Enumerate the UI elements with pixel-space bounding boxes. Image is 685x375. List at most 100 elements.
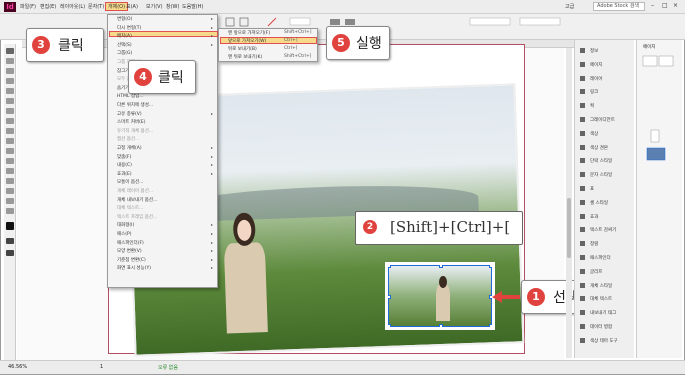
object-menu-item[interactable]: 화면 표시 성능(Y)	[117, 265, 151, 271]
panel-item[interactable]: 정보	[590, 48, 598, 54]
panel-item[interactable]: 정렬	[590, 241, 598, 247]
panel-item[interactable]: 개체 스타일	[590, 283, 612, 289]
menu-file[interactable]: 파일(F)	[20, 3, 36, 10]
panel-icon[interactable]	[580, 117, 585, 122]
selection-tool-icon[interactable]	[6, 48, 14, 54]
maximize-icon[interactable]: □	[662, 2, 668, 9]
fill-stroke-swatch-icon[interactable]	[6, 222, 14, 230]
object-menu-item[interactable]: 맞춤(F)	[117, 154, 131, 160]
selection-handle[interactable]	[387, 324, 391, 328]
arrange-submenu-item[interactable]: 맨 뒤로 보내기(K)	[228, 54, 262, 60]
object-menu-item[interactable]: 모양 변환(V)	[117, 248, 142, 254]
stock-search-input[interactable]: Adobe Stock 검색	[593, 2, 645, 11]
zoom-tool-icon[interactable]	[6, 208, 14, 214]
arrange-submenu-item[interactable]: 맨 앞으로 가져오기(F)	[228, 30, 270, 36]
selection-handle[interactable]	[489, 324, 493, 328]
panel-item[interactable]: 획	[590, 103, 594, 109]
selection-handle[interactable]	[387, 264, 391, 268]
selection-handle[interactable]	[489, 264, 493, 268]
menu-view[interactable]: 보기(V)	[146, 3, 163, 10]
panel-item[interactable]: 링크	[590, 89, 598, 95]
object-menu-item[interactable]: 대체 텍스트...	[117, 205, 143, 211]
object-menu-item[interactable]: 개체 내보내기 옵션...	[117, 197, 157, 203]
panel-item[interactable]: 텍스트 감싸기	[590, 227, 616, 233]
panel-item[interactable]: 색상 견본	[590, 145, 608, 151]
panel-item[interactable]: 내보내기 태그	[590, 310, 616, 316]
object-menu-item[interactable]: 고정 개체(A)	[117, 145, 142, 151]
object-menu-item[interactable]: 고유 종류(V)	[117, 111, 142, 117]
panel-item[interactable]: 그레이디언트	[590, 117, 615, 123]
object-menu-item[interactable]: 효과(E)	[117, 171, 132, 177]
panel-icon[interactable]	[580, 89, 585, 95]
panel-item[interactable]: 레이어	[590, 76, 602, 82]
close-icon[interactable]: ×	[673, 2, 678, 9]
page-tool-icon[interactable]	[6, 68, 14, 74]
rectangle-tool-icon[interactable]	[6, 138, 14, 144]
panel-icon[interactable]	[580, 213, 585, 219]
panel-item[interactable]: 표	[590, 186, 594, 192]
panel-icon[interactable]	[580, 130, 585, 136]
object-menu-item[interactable]: 변형(O)	[117, 16, 132, 22]
panel-item[interactable]: 셀 스타일	[590, 200, 608, 206]
object-menu-item[interactable]: 유기적 개체 옵션...	[117, 128, 153, 134]
scissors-tool-icon[interactable]	[6, 148, 14, 154]
panel-icon[interactable]	[580, 75, 585, 81]
panel-item[interactable]: 글리프	[590, 269, 602, 275]
panel-icon[interactable]	[580, 199, 585, 205]
selection-handle[interactable]	[387, 295, 391, 299]
object-menu-item[interactable]: 대화형(I)	[117, 222, 134, 228]
panel-icon[interactable]	[580, 255, 585, 260]
object-menu-item[interactable]: 모퉁이 옵션...	[117, 179, 143, 185]
arrange-submenu-item[interactable]: 뒤로 보내기(B)	[228, 46, 257, 52]
panel-icon[interactable]	[580, 172, 585, 178]
panel-icon[interactable]	[580, 48, 585, 53]
panel-item[interactable]: 문자 스타일	[590, 172, 612, 178]
page-number[interactable]: 1	[100, 364, 103, 370]
pen-tool-icon[interactable]	[6, 108, 14, 114]
panel-icon[interactable]	[580, 61, 585, 67]
object-menu-item[interactable]: 패스(P)	[117, 231, 132, 237]
object-menu-item[interactable]: HTML 삽입...	[117, 93, 144, 99]
direct-selection-tool-icon[interactable]	[6, 58, 14, 64]
menu-layout[interactable]: 레이아웃(L)	[60, 3, 85, 10]
panel-icon[interactable]	[580, 282, 585, 288]
selection-handle[interactable]	[439, 264, 443, 268]
panel-icon[interactable]	[580, 158, 585, 164]
selected-image-frame[interactable]	[385, 262, 495, 330]
eyedropper-tool-icon[interactable]	[6, 188, 14, 194]
panel-icon[interactable]	[580, 227, 585, 233]
rectangle-frame-tool-icon[interactable]	[6, 128, 14, 134]
object-menu-item[interactable]: 기준점 변환(C)	[117, 257, 146, 263]
panel-icon[interactable]	[580, 268, 585, 274]
object-menu-item[interactable]: 다시 변형(T)	[117, 25, 141, 31]
scrollbar-thumb[interactable]	[567, 198, 571, 258]
panel-icon[interactable]	[580, 337, 585, 343]
object-menu-item[interactable]: 배치(A)	[117, 33, 132, 39]
object-menu-item[interactable]: 스마트 커버(E)	[117, 119, 146, 125]
line-tool-icon[interactable]	[6, 98, 14, 104]
selection-handle[interactable]	[439, 324, 443, 328]
menu-type[interactable]: 문자(T)	[88, 3, 104, 10]
object-menu-item[interactable]: 다른 위치에 생성...	[117, 102, 153, 108]
panel-item[interactable]: 페이지	[590, 62, 602, 68]
object-menu-item[interactable]: 선택(S)	[117, 42, 132, 48]
panel-item[interactable]: 단락 스타일	[590, 158, 612, 164]
panel-icon[interactable]	[580, 296, 585, 302]
panel-icon[interactable]	[580, 144, 585, 150]
menu-help[interactable]: 도움말(H)	[182, 3, 203, 10]
panel-item[interactable]: 색상 테마 도구	[590, 338, 618, 344]
object-menu-item[interactable]: 캡션 옵션...	[117, 136, 139, 142]
panel-icon[interactable]	[580, 103, 585, 109]
gradient-tool-icon[interactable]	[6, 168, 14, 174]
zoom-level[interactable]: 46.56%	[8, 364, 27, 370]
panel-icon[interactable]	[580, 324, 585, 329]
object-menu-item[interactable]: 내용(C)	[117, 162, 132, 168]
menu-edit[interactable]: 편집(E)	[40, 3, 56, 10]
object-menu-item[interactable]: 텍스트 프레임 옵션...	[117, 214, 157, 220]
apply-color-icon[interactable]	[6, 238, 14, 244]
panel-item[interactable]: 데이터 병합	[590, 324, 612, 330]
panel-icon[interactable]	[580, 241, 585, 247]
menu-window[interactable]: 창(W)	[166, 3, 179, 10]
menu-object[interactable]: 개체(O)	[104, 2, 129, 11]
arrange-submenu-item[interactable]: 앞으로 가져오기(W)	[228, 38, 266, 44]
